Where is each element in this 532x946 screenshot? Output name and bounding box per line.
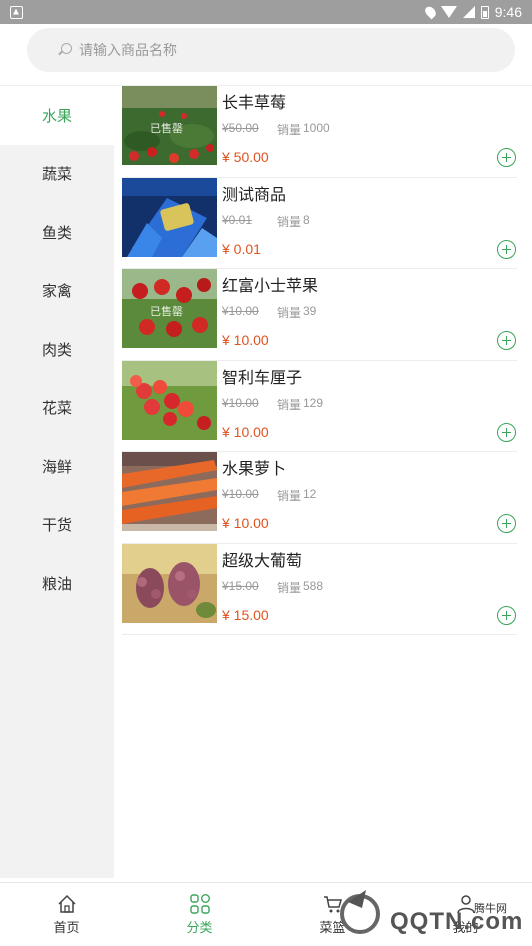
- product-name: 测试商品: [222, 186, 287, 204]
- product-name: 长丰草莓: [222, 95, 287, 112]
- product-price: ¥ 15.00: [222, 606, 269, 623]
- sidebar-item-label: 蔬菜: [41, 166, 72, 184]
- sidebar-item-label: 水果: [41, 107, 72, 125]
- original-price: ¥0.01: [222, 212, 253, 227]
- sales-count: 12: [303, 487, 317, 501]
- product-image-strawberries: 已售罄: [122, 86, 217, 165]
- sidebar-item-label: 肉类: [41, 341, 72, 359]
- tab-label: 首页: [53, 920, 80, 935]
- sidebar-item-label: 鱼类: [41, 224, 72, 242]
- add-to-cart-button[interactable]: [497, 331, 516, 350]
- product-name: 水果萝卜: [222, 461, 287, 478]
- category-icon: [189, 894, 210, 914]
- sold-out-stamp: 已售罄: [150, 306, 183, 318]
- sidebar-item-grain-oil[interactable]: 粮油: [0, 554, 114, 613]
- product-item[interactable]: 智利车厘子 ¥10.00 销量 129 ¥ 10.00: [122, 360, 517, 452]
- status-time: 9:46: [494, 4, 522, 20]
- status-bar: 9:46: [0, 0, 532, 24]
- watermark-text-big: QQTN.com: [390, 908, 524, 935]
- search-bar[interactable]: [27, 28, 515, 72]
- sales-label: 销量: [277, 214, 302, 229]
- add-to-cart-button[interactable]: [497, 148, 516, 167]
- tab-category[interactable]: 分类: [133, 883, 266, 946]
- sidebar-item-label: 花菜: [41, 400, 72, 418]
- search-input[interactable]: [79, 42, 459, 58]
- sidebar-item-meat[interactable]: 肉类: [0, 320, 114, 379]
- product-price: ¥ 10.00: [222, 332, 269, 348]
- tab-label: 分类: [186, 920, 213, 935]
- product-name: 智利车厘子: [222, 369, 303, 387]
- product-image-apples: 已售罄: [122, 269, 217, 348]
- sidebar-item-seafood[interactable]: 海鲜: [0, 437, 114, 496]
- category-sidebar: 水果 蔬菜 鱼类 家禽 肉类 花菜 海鲜 干货 粮油: [0, 86, 114, 878]
- original-price: ¥15.00: [222, 578, 259, 593]
- product-price: ¥ 0.01: [222, 240, 261, 257]
- product-item[interactable]: 水果萝卜 ¥10.00 销量 12 ¥ 10.00: [122, 452, 517, 544]
- product-image-phone-hand: [122, 177, 217, 257]
- sidebar-item-label: 海鲜: [41, 458, 72, 476]
- sales-label: 销量: [277, 489, 302, 503]
- cell-signal-icon: [462, 6, 475, 18]
- sidebar-item-label: 家禽: [41, 283, 72, 301]
- product-price: ¥ 10.00: [222, 515, 269, 531]
- sidebar-item-vegetables[interactable]: 蔬菜: [0, 145, 114, 204]
- product-image-cherries: [122, 360, 217, 440]
- original-price: ¥50.00: [222, 121, 259, 135]
- search-header: [0, 24, 532, 86]
- product-item[interactable]: 已售罄 红富小士苹果 ¥10.00 销量 39 ¥ 10.00: [122, 269, 517, 361]
- sales-label: 销量: [277, 306, 302, 320]
- sales-count: 129: [303, 395, 324, 410]
- sidebar-item-label: 粮油: [41, 575, 72, 593]
- sales-count: 1000: [303, 121, 330, 135]
- app-notification-icon: [10, 5, 23, 19]
- product-price: ¥ 50.00: [222, 149, 269, 165]
- product-item[interactable]: 已售罄 长丰草莓 ¥50.00 销量 1000 ¥ 50.00: [122, 86, 517, 178]
- add-to-cart-button[interactable]: [497, 605, 516, 625]
- add-to-cart-button[interactable]: [497, 239, 516, 259]
- sales-count: 8: [303, 212, 310, 227]
- add-to-cart-button[interactable]: [497, 514, 516, 533]
- sales-label: 销量: [277, 123, 302, 137]
- sales-label: 销量: [277, 397, 302, 412]
- product-name: 超级大葡萄: [222, 552, 303, 570]
- original-price: ¥10.00: [222, 395, 259, 410]
- home-icon: [57, 894, 76, 913]
- wifi-icon: [440, 6, 457, 18]
- product-item[interactable]: 超级大葡萄 ¥15.00 销量 588 ¥ 15.00: [122, 543, 517, 635]
- sidebar-item-dry-goods[interactable]: 干货: [0, 496, 114, 555]
- product-name: 红富小士苹果: [222, 278, 319, 295]
- original-price: ¥10.00: [222, 487, 259, 501]
- original-price: ¥10.00: [222, 304, 259, 318]
- sold-out-stamp: 已售罄: [150, 123, 183, 135]
- sidebar-item-fruit[interactable]: 水果: [0, 86, 114, 145]
- sidebar-item-poultry[interactable]: 家禽: [0, 262, 114, 321]
- location-icon: [422, 4, 438, 20]
- product-item[interactable]: 测试商品 ¥0.01 销量 8 ¥ 0.01: [122, 177, 517, 269]
- sidebar-item-cauliflower[interactable]: 花菜: [0, 379, 114, 438]
- tab-home[interactable]: 首页: [0, 883, 133, 946]
- add-to-cart-button[interactable]: [497, 422, 516, 442]
- product-list: 已售罄 长丰草莓 ¥50.00 销量 1000 ¥ 50.00 测试商品 ¥0.…: [122, 86, 517, 635]
- product-price: ¥ 10.00: [222, 423, 269, 440]
- battery-icon: [480, 5, 489, 19]
- sidebar-item-fish[interactable]: 鱼类: [0, 203, 114, 262]
- sidebar-item-label: 干货: [41, 517, 72, 535]
- sales-count: 39: [303, 304, 317, 318]
- search-icon: [61, 43, 72, 54]
- product-image-carrots: [122, 452, 217, 531]
- sales-label: 销量: [277, 580, 302, 595]
- sales-count: 588: [303, 578, 324, 593]
- product-image-grapes: [122, 543, 217, 623]
